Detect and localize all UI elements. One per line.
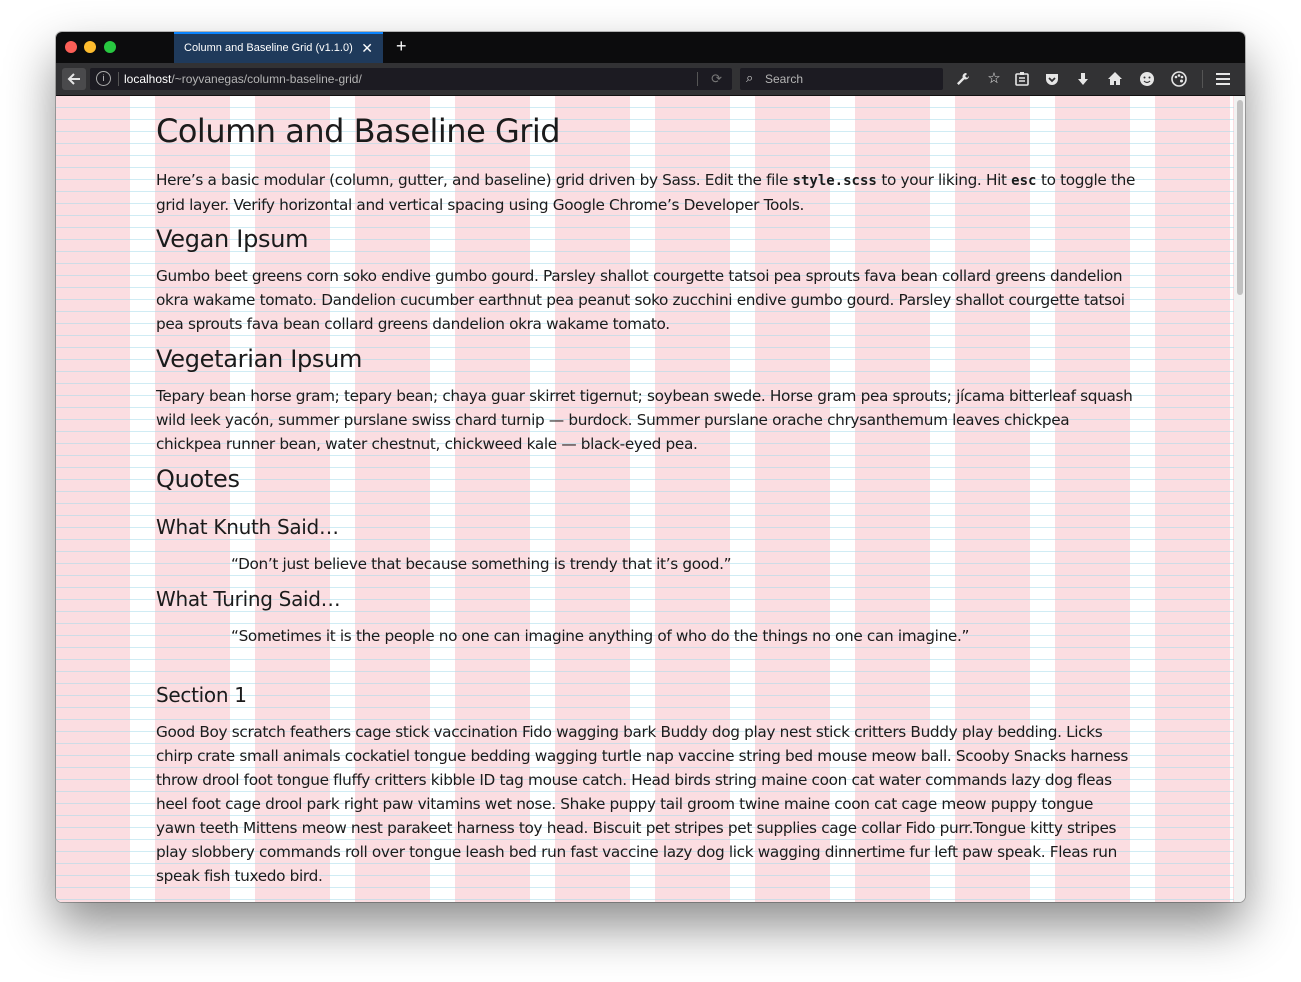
page-title: Column and Baseline Grid: [156, 112, 561, 150]
intro-paragraph: Here’s a basic modular (column, gutter, …: [156, 168, 1136, 217]
turing-quote: “Sometimes it is the people no one can i…: [231, 627, 970, 645]
url-separator: [118, 72, 119, 86]
star-icon[interactable]: ☆: [985, 71, 1003, 87]
url-text[interactable]: localhost/~royvanegas/column-baseline-gr…: [124, 72, 362, 86]
turing-heading: What Turing Said…: [156, 587, 341, 611]
scrollbar-thumb[interactable]: [1237, 100, 1243, 295]
search-placeholder: Search: [765, 72, 804, 86]
back-icon: [67, 73, 80, 85]
reader-icon[interactable]: [1013, 71, 1031, 91]
maximize-window-button[interactable]: [104, 41, 116, 53]
browser-window: Column and Baseline Grid (v1.1.0) ✕ + i …: [56, 32, 1245, 902]
home-icon[interactable]: [1106, 71, 1124, 91]
intro-code-file: style.scss: [792, 173, 877, 189]
search-input[interactable]: ⌕ Search: [740, 68, 943, 90]
minimize-window-button[interactable]: [84, 41, 96, 53]
download-icon[interactable]: [1074, 71, 1092, 91]
vegetarian-heading: Vegetarian Ipsum: [156, 345, 363, 373]
tab-title: Column and Baseline Grid (v1.1.0): [184, 42, 353, 54]
toolbar-separator: [1202, 70, 1203, 88]
page-viewport: Column and Baseline Grid Here’s a basic …: [56, 96, 1234, 902]
reload-icon[interactable]: ⟳: [711, 71, 722, 87]
pocket-icon[interactable]: [1043, 71, 1061, 91]
vegan-heading: Vegan Ipsum: [156, 225, 309, 253]
section1-heading: Section 1: [156, 683, 247, 707]
hamburger-menu-icon[interactable]: [1214, 71, 1232, 91]
tab-active[interactable]: Column and Baseline Grid (v1.1.0) ✕: [174, 32, 383, 63]
intro-text-2: to your liking. Hit: [876, 171, 1012, 189]
knuth-heading: What Knuth Said…: [156, 515, 339, 539]
url-path: /~royvanegas/column-baseline-grid/: [171, 72, 362, 86]
vegetarian-paragraph: Tepary bean horse gram; tepary bean; cha…: [156, 387, 1133, 453]
quotes-heading: Quotes: [156, 465, 240, 493]
url-bar[interactable]: i localhost/~royvanegas/column-baseline-…: [90, 68, 732, 90]
search-icon: ⌕: [746, 70, 754, 85]
vertical-scrollbar[interactable]: [1234, 96, 1245, 902]
navigation-toolbar: i localhost/~royvanegas/column-baseline-…: [56, 63, 1245, 96]
emoji-icon[interactable]: [1138, 71, 1156, 91]
vegan-paragraph: Gumbo beet greens corn soko endive gumbo…: [156, 267, 1125, 333]
wrench-icon[interactable]: [954, 71, 972, 91]
intro-text-1: Here’s a basic modular (column, gutter, …: [156, 171, 793, 189]
palette-icon[interactable]: [1170, 71, 1188, 91]
intro-code-key: esc: [1011, 173, 1037, 189]
close-window-button[interactable]: [65, 41, 77, 53]
url-separator-right: [697, 72, 698, 86]
section1-paragraph: Good Boy scratch feathers cage stick vac…: [156, 723, 1129, 885]
new-tab-button[interactable]: +: [396, 37, 407, 55]
knuth-quote: “Don’t just believe that because somethi…: [231, 555, 732, 573]
back-button[interactable]: [62, 68, 86, 90]
info-icon[interactable]: i: [96, 71, 111, 86]
url-host: localhost: [124, 72, 172, 86]
tab-close-icon[interactable]: ✕: [361, 40, 373, 57]
tab-strip: Column and Baseline Grid (v1.1.0) ✕ +: [56, 32, 1245, 63]
